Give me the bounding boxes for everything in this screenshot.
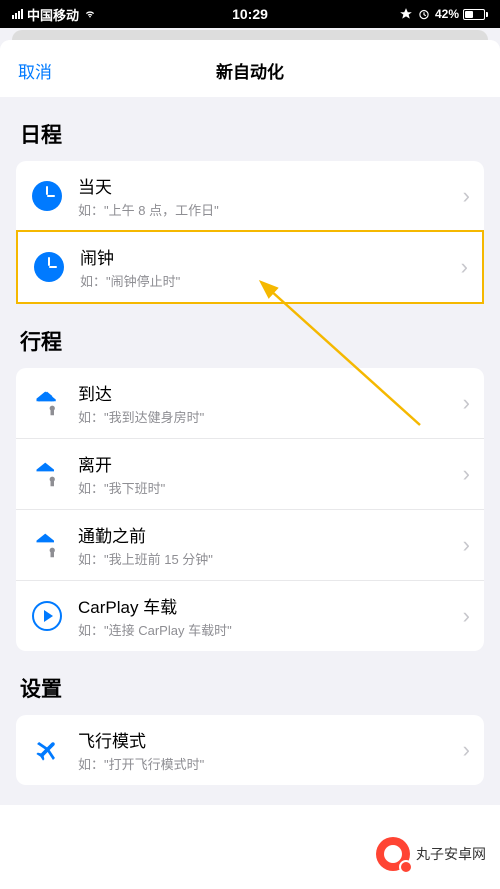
signal-icon [12,9,23,19]
row-subtitle: 如："闹钟停止时" [80,271,461,290]
row-alarm[interactable]: 闹钟 如："闹钟停止时" › [18,232,482,302]
row-arrive[interactable]: 到达 如："我到达健身房时" › [16,368,484,438]
chevron-right-icon: › [463,183,470,209]
status-bar: 中国移动 10:29 42% [0,0,500,28]
battery-percent: 42% [435,7,459,21]
chevron-right-icon: › [463,532,470,558]
status-right: 42% [399,7,488,21]
row-title: 到达 [78,380,463,405]
watermark-text: 丸子安卓网 [416,844,486,864]
watermark: 丸子安卓网 [376,837,486,871]
row-title: 飞行模式 [78,727,463,752]
row-title: 闹钟 [80,244,461,269]
location-icon [399,7,413,21]
row-subtitle: 如："连接 CarPlay 车载时" [78,620,463,639]
sheet-content: 取消 新自动化 日程 当天 如："上午 8 点，工作日" › 闹钟 如："闹钟停… [0,40,500,889]
chevron-right-icon: › [463,461,470,487]
alarm-icon [417,7,431,21]
watermark-logo-icon [376,837,410,871]
row-subtitle: 如："我上班前 15 分钟" [78,549,463,568]
row-airplane-mode[interactable]: 飞行模式 如："打开飞行模式时" › [16,715,484,785]
row-title: 通勤之前 [78,522,463,547]
battery-icon [463,9,488,20]
row-subtitle: 如："上午 8 点，工作日" [78,200,463,219]
page-title: 新自动化 [216,58,284,83]
house-leave-icon [30,457,64,491]
row-leave[interactable]: 离开 如："我下班时" › [16,438,484,509]
row-subtitle: 如："打开飞行模式时" [78,754,463,773]
carplay-icon [30,599,64,633]
row-title: CarPlay 车载 [78,593,463,618]
row-commute[interactable]: 通勤之前 如："我上班前 15 分钟" › [16,509,484,580]
row-today[interactable]: 当天 如："上午 8 点，工作日" › [16,161,484,231]
clock-icon [30,179,64,213]
section-title-travel: 行程 [0,304,500,368]
cancel-button[interactable]: 取消 [18,58,52,83]
house-commute-icon [30,528,64,562]
chevron-right-icon: › [463,390,470,416]
row-title: 当天 [78,173,463,198]
clock-icon [32,250,66,284]
chevron-right-icon: › [463,737,470,763]
house-arrive-icon [30,386,64,420]
airplane-icon [30,733,64,767]
chevron-right-icon: › [463,603,470,629]
nav-header: 取消 新自动化 [0,40,500,97]
chevron-right-icon: › [461,254,468,280]
row-title: 离开 [78,451,463,476]
row-carplay[interactable]: CarPlay 车载 如："连接 CarPlay 车载时" › [16,580,484,651]
row-subtitle: 如："我到达健身房时" [78,407,463,426]
section-title-schedule: 日程 [0,97,500,161]
section-title-settings: 设置 [0,651,500,715]
status-time: 10:29 [232,6,268,22]
carrier-label: 中国移动 [27,5,79,24]
status-left: 中国移动 [12,5,97,24]
row-subtitle: 如："我下班时" [78,478,463,497]
wifi-icon [83,7,97,21]
